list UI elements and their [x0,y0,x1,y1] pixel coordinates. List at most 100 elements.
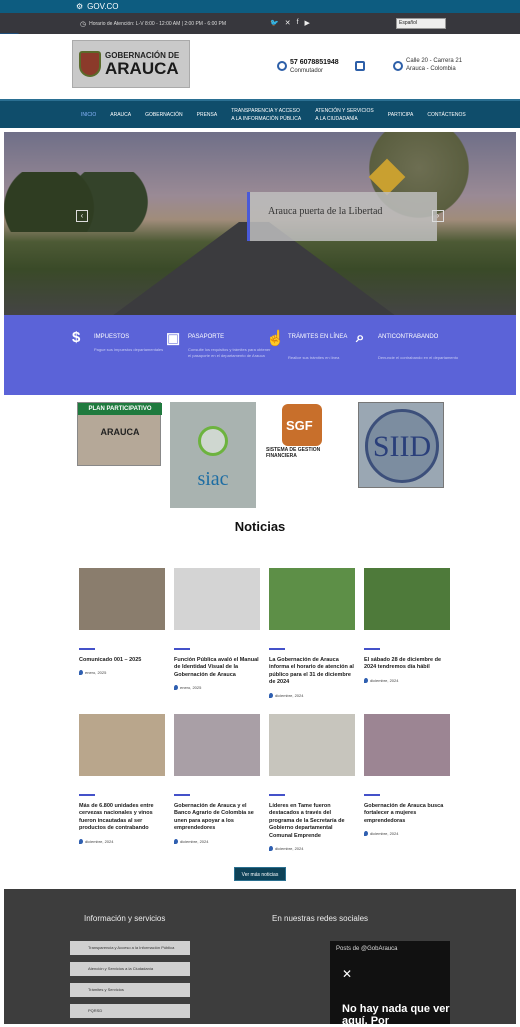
hero-caption: Arauca puerta de la Libertad [247,192,437,241]
phone-contact: 57 6078851948 Conmutador [290,58,339,76]
twitter-embed-header: Posts de @GobArauca [336,946,398,952]
news-headline[interactable]: Líderes en Tame fueron destacados a trav… [269,803,357,840]
news-headline[interactable]: La Gobernación de Arauca informa el hora… [269,657,357,687]
hand-pointer-icon: ☝ [266,330,285,347]
accent-bar [79,648,95,650]
footer-social-title: En nuestras redes sociales [272,914,369,923]
pin-icon [174,685,178,691]
news-image[interactable] [79,568,165,630]
nav-item-inicio[interactable]: INICIO [74,111,103,119]
news-card[interactable]: Gobernación de Arauca busca fortalecer a… [364,714,452,837]
phone-sub: Conmutador [290,67,324,74]
news-date: enero, 2025 [85,670,107,676]
bottle-icon: ⌕ [356,329,365,346]
news-date: diciembre, 2024 [180,838,209,844]
nav-item-gobernacion[interactable]: GOBERNACIÓN [138,111,190,119]
pin-icon [364,831,368,837]
pin-icon [79,670,83,676]
pin-icon [269,692,273,698]
trees-image [4,172,154,232]
plan-participativo-logo[interactable]: PLAN PARTICIPATIVO ARAUCA [77,402,162,466]
news-card[interactable]: Comunicado 001 – 2025 enero, 2025 [79,568,167,676]
nav-item-prensa[interactable]: PRENSA [190,111,225,119]
nav-item-contactenos[interactable]: CONTÁCTENOS [420,111,472,119]
youtube-icon[interactable]: ▶ [305,19,310,27]
accent-bar [269,648,285,650]
mail-icon[interactable] [355,61,365,71]
slider-next-icon[interactable]: › [432,210,444,222]
language-select[interactable]: Español [396,18,446,29]
news-headline[interactable]: Más de 6.800 unidades entre cervezas nac… [79,803,167,833]
site-footer: Información y servicios En nuestras rede… [4,889,516,1027]
footer-link[interactable]: PQRSD [70,1004,190,1018]
globe-icon [198,426,228,456]
news-image[interactable] [174,714,260,776]
news-date: diciembre, 2024 [370,831,399,837]
news-section-title: Noticias [234,519,286,534]
pin-icon [174,838,178,844]
news-card[interactable]: Líderes en Tame fueron destacados a trav… [269,714,357,852]
nav-item-atencion[interactable]: ATENCIÓN Y SERVICIOS A LA CIUDADANÍA [308,107,381,123]
nav-item-arauca[interactable]: ARAUCA [103,111,138,119]
more-news-button[interactable]: Ver más noticias [234,867,286,881]
news-card[interactable]: La Gobernación de Arauca informa el hora… [269,568,357,698]
twitter-embed[interactable]: Posts de @GobArauca ✕ No hay nada que ve… [330,941,450,1027]
coat-of-arms-icon [79,51,101,77]
news-headline[interactable]: El sábado 28 de diciembre de 2024 tendre… [364,657,452,672]
govco-bar: ⚙ GOV.CO [0,0,520,13]
phone-number[interactable]: 57 6078851948 [290,59,339,66]
gobernacion-logo[interactable]: GOBERNACIÓN DE ARAUCA [72,40,190,88]
pin-icon [269,846,273,852]
accent-bar [79,794,95,796]
news-card[interactable]: Gobernación de Arauca y el Banco Agrario… [174,714,262,844]
hero-slider: Arauca puerta de la Libertad ‹ › [4,132,516,315]
news-image[interactable] [269,714,355,776]
address-line2: Arauca - Colombia [406,65,456,72]
passport-icon: ▣ [166,330,181,347]
phone-icon [277,61,287,71]
social-links: 🐦 ✕ f ▶ [270,19,310,27]
news-headline[interactable]: Función Pública avaló el Manual de Ident… [174,657,262,679]
accent-bar [174,648,190,650]
news-headline[interactable]: Gobernación de Arauca busca fortalecer a… [364,803,452,825]
twitter-icon[interactable]: 🐦 [270,19,279,27]
news-card[interactable]: Más de 6.800 unidades entre cervezas nac… [79,714,167,844]
news-headline[interactable]: Gobernación de Arauca y el Banco Agrario… [174,803,262,833]
siid-logo[interactable]: SIID [358,402,444,488]
news-date: diciembre, 2024 [275,846,304,852]
nav-item-transparencia[interactable]: TRANSPARENCIA Y ACCESO A LA INFORMACIÓN P… [224,107,308,123]
partner-logos: PLAN PARTICIPATIVO ARAUCA siac SGF SISTE… [0,400,520,510]
news-date: diciembre, 2024 [85,838,114,844]
govco-label[interactable]: GOV.CO [87,2,118,11]
news-image[interactable] [79,714,165,776]
accent-bar [269,794,285,796]
news-headline[interactable]: Comunicado 001 – 2025 [79,657,167,664]
location-icon [393,61,403,71]
clock-icon: ◷ [80,20,87,28]
govco-icon: ⚙ [76,2,84,11]
sgf-logo[interactable]: SGF SISTEMA DE GESTION FINANCIERA [266,402,346,468]
news-image[interactable] [364,568,450,630]
logo-line2: ARAUCA [105,58,179,78]
slider-prev-icon[interactable]: ‹ [76,210,88,222]
nav-item-participa[interactable]: PARTICIPA [381,111,421,119]
news-image[interactable] [174,568,260,630]
x-logo-icon: ✕ [342,967,353,981]
facebook-icon[interactable]: f [297,19,299,27]
address: Calle 20 - Carrera 21 Arauca - Colombia [406,58,462,74]
pin-icon [79,838,83,844]
footer-link[interactable]: Transparencia y Acceso a la Información … [70,941,190,955]
news-card[interactable]: Función Pública avaló el Manual de Ident… [174,568,262,691]
news-image[interactable] [269,568,355,630]
x-icon[interactable]: ✕ [285,19,291,27]
news-card[interactable]: El sábado 28 de diciembre de 2024 tendre… [364,568,452,683]
footer-link[interactable]: Atención y Servicios a la Ciudadanía [70,962,190,976]
news-image[interactable] [364,714,450,776]
siac-logo[interactable]: siac [170,402,256,508]
address-line1: Calle 20 - Carrera 21 [406,58,463,64]
news-date: diciembre, 2024 [370,677,399,683]
main-nav: INICIO ARAUCA GOBERNACIÓN PRENSA TRANSPA… [0,99,520,128]
footer-link[interactable]: Trámites y Servicios [70,983,190,997]
news-date: diciembre, 2024 [275,692,304,698]
twitter-empty-message: No hay nada que ver aquí. Por [342,1003,450,1027]
